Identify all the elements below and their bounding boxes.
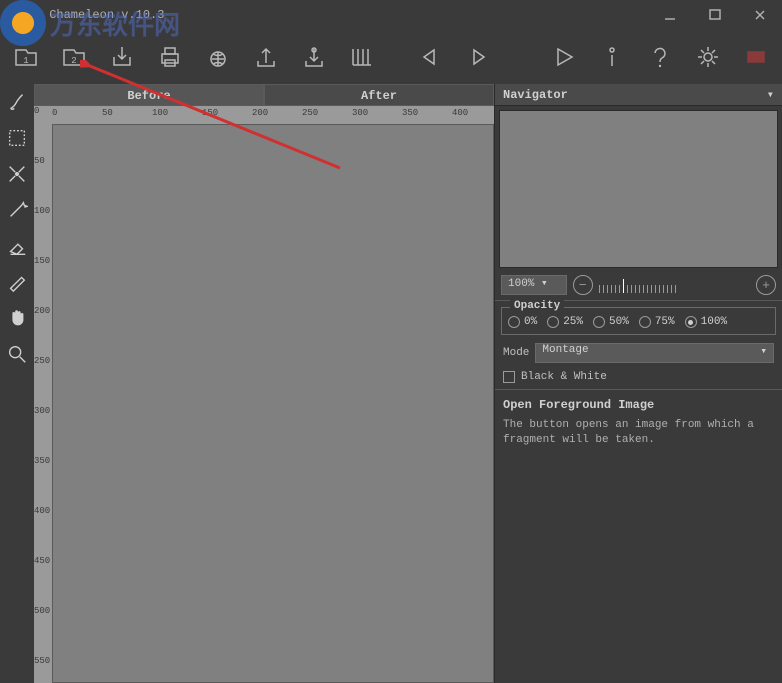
svg-text:1: 1 xyxy=(23,56,28,66)
run-button[interactable] xyxy=(544,37,584,77)
workspace: Before After 050100150200250300350400450… xyxy=(34,84,494,683)
bw-label: Black & White xyxy=(521,371,607,383)
marquee-tool[interactable] xyxy=(3,124,31,152)
minimize-button[interactable] xyxy=(647,0,692,30)
svg-text:2: 2 xyxy=(71,56,76,66)
info-button[interactable] xyxy=(592,37,632,77)
maximize-button[interactable] xyxy=(692,0,737,30)
window-title: AKVIS Chameleon v.10.3 xyxy=(6,8,647,22)
radio-label: 50% xyxy=(609,316,629,328)
ruler-vertical: 050100150200250300350400450500550 xyxy=(34,106,52,683)
tab-before[interactable]: Before xyxy=(34,84,264,106)
radio-icon xyxy=(593,316,605,328)
right-panel: Navigator ▾ 100% ▾ − + Opacity 0% 25% 50% 7… xyxy=(494,84,782,683)
redo-button[interactable] xyxy=(458,37,498,77)
panel-pin-icon[interactable]: ▾ xyxy=(767,87,774,102)
settings-button[interactable] xyxy=(688,37,728,77)
help-button[interactable] xyxy=(640,37,680,77)
radio-label: 25% xyxy=(563,316,583,328)
close-button[interactable] xyxy=(737,0,782,30)
main-toolbar: 1 2 xyxy=(0,30,782,84)
undo-button[interactable] xyxy=(410,37,450,77)
hint-title: Open Foreground Image xyxy=(495,392,782,414)
print-button[interactable] xyxy=(150,37,190,77)
zoom-select[interactable]: 100% ▾ xyxy=(501,275,567,295)
navigator-header: Navigator ▾ xyxy=(495,84,782,106)
radio-icon xyxy=(547,316,559,328)
magic-brush-tool[interactable] xyxy=(3,196,31,224)
hand-tool[interactable] xyxy=(3,304,31,332)
left-tool-palette xyxy=(0,84,34,683)
tab-after[interactable]: After xyxy=(264,84,494,106)
zoom-out-button[interactable]: − xyxy=(573,275,593,295)
eraser-tool[interactable] xyxy=(3,232,31,260)
navigator-preview[interactable] xyxy=(499,110,778,268)
mode-label: Mode xyxy=(503,347,529,359)
zoom-in-button[interactable]: + xyxy=(756,275,776,295)
navigator-title: Navigator xyxy=(503,88,568,102)
bw-checkbox[interactable] xyxy=(503,371,515,383)
zoom-tool[interactable] xyxy=(3,340,31,368)
radio-label: 75% xyxy=(655,316,675,328)
opacity-radio-50%[interactable]: 50% xyxy=(593,316,629,328)
opacity-legend: Opacity xyxy=(510,300,564,312)
crop-target-tool[interactable] xyxy=(3,160,31,188)
titlebar: AKVIS Chameleon v.10.3 xyxy=(0,0,782,30)
radio-icon xyxy=(685,316,697,328)
opacity-radio-25%[interactable]: 25% xyxy=(547,316,583,328)
ruler-horizontal: 050100150200250300350400 xyxy=(52,106,494,124)
opacity-radio-75%[interactable]: 75% xyxy=(639,316,675,328)
zoom-value: 100% xyxy=(508,278,534,290)
presets-button[interactable] xyxy=(294,37,334,77)
radio-icon xyxy=(508,316,520,328)
grid-button[interactable] xyxy=(342,37,382,77)
mode-select[interactable]: Montage▾ xyxy=(535,343,774,363)
open-foreground-button[interactable]: 1 xyxy=(6,37,46,77)
save-button[interactable] xyxy=(102,37,142,77)
radio-label: 0% xyxy=(524,316,537,328)
zoom-slider[interactable] xyxy=(599,277,750,293)
share-button[interactable] xyxy=(198,37,238,77)
opacity-group: Opacity 0%25%50%75%100% xyxy=(501,307,776,335)
pen-tool[interactable] xyxy=(3,268,31,296)
open-background-button[interactable]: 2 xyxy=(54,37,94,77)
notify-button[interactable] xyxy=(736,37,776,77)
hint-text: The button opens an image from which a f… xyxy=(495,414,782,453)
radio-icon xyxy=(639,316,651,328)
opacity-radio-0%[interactable]: 0% xyxy=(508,316,537,328)
canvas[interactable] xyxy=(52,124,494,683)
mode-value: Montage xyxy=(542,344,588,356)
radio-label: 100% xyxy=(701,316,727,328)
brush-tool[interactable] xyxy=(3,88,31,116)
opacity-radio-100%[interactable]: 100% xyxy=(685,316,727,328)
upload-button[interactable] xyxy=(246,37,286,77)
